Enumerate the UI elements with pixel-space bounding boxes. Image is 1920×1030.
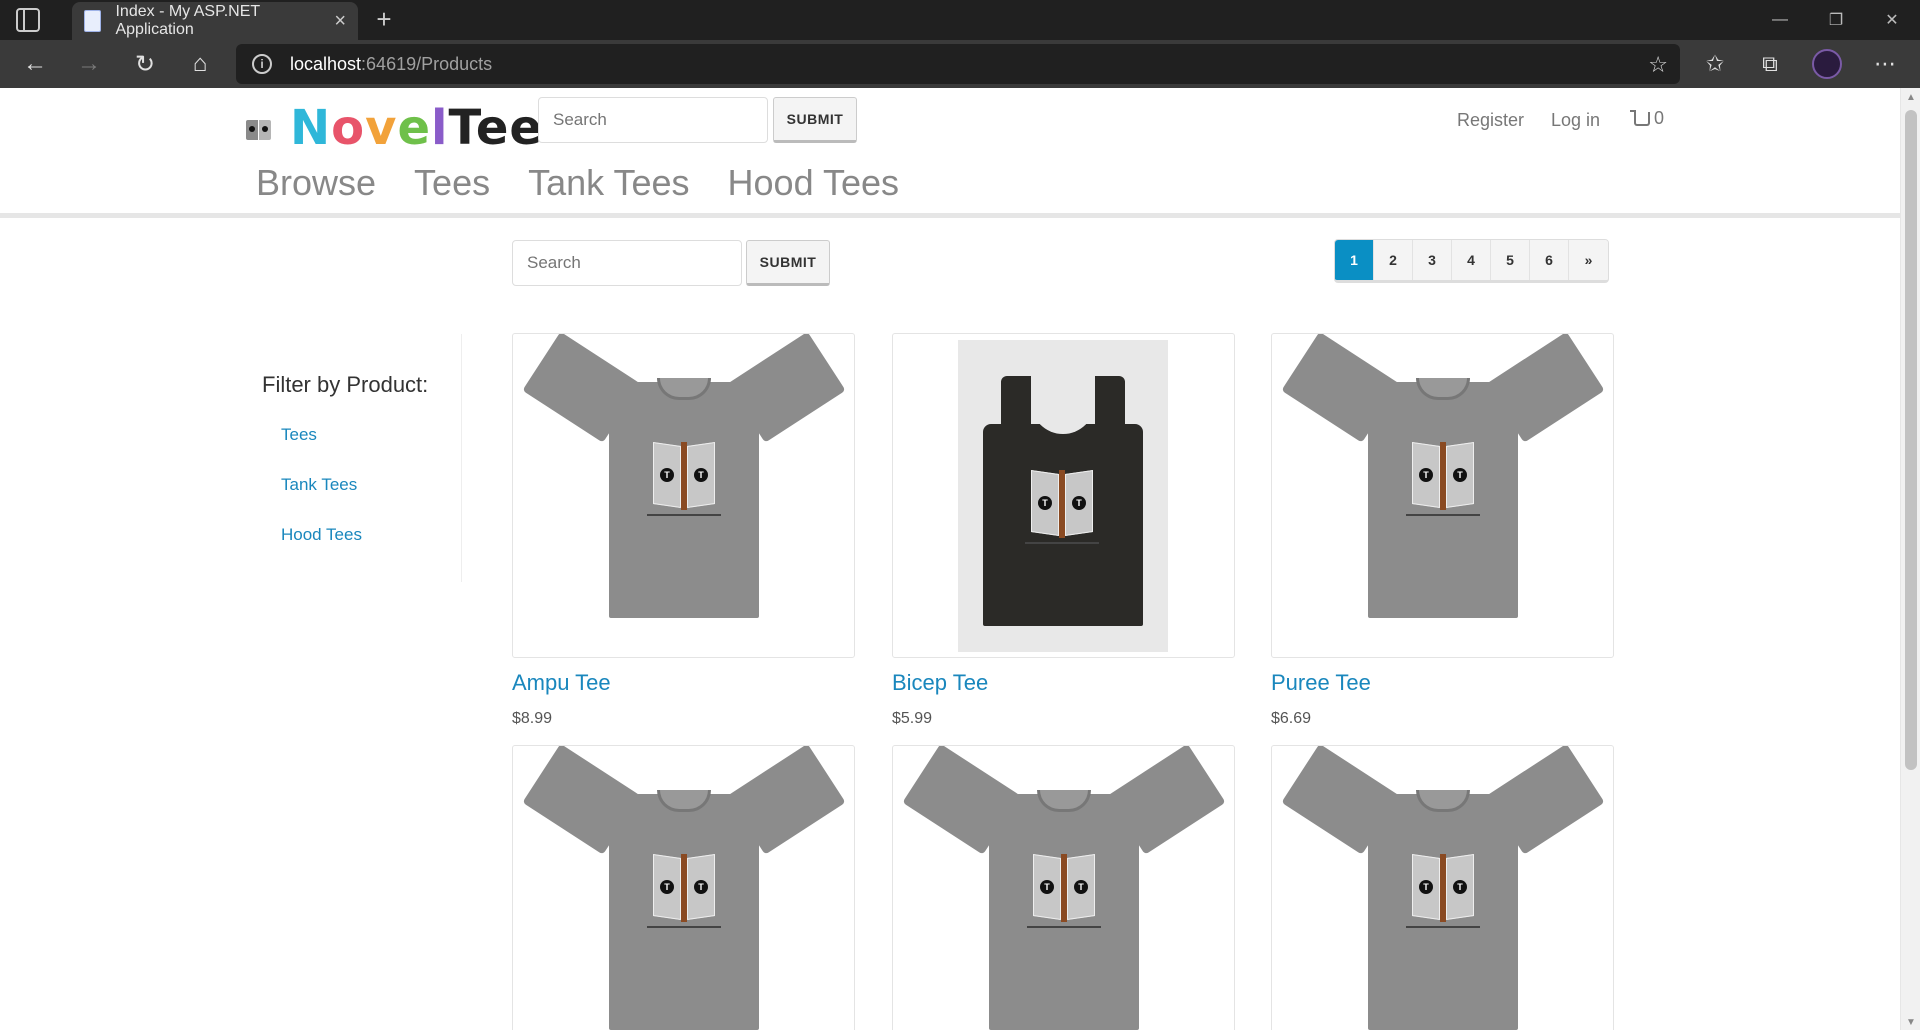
new-tab-icon[interactable]: + <box>368 4 400 35</box>
browser-tab-bar: Index - My ASP.NET Application × + — ❐ ✕ <box>0 0 1920 40</box>
info-icon[interactable]: i <box>252 54 272 74</box>
page-scrollbar[interactable]: ▲ ▼ <box>1900 88 1920 1030</box>
refresh-icon[interactable]: ↻ <box>120 40 170 88</box>
product-name[interactable]: Puree Tee <box>1271 670 1371 696</box>
product-image: TT <box>1281 334 1605 620</box>
filter-title: Filter by Product: <box>262 372 429 397</box>
main-nav: Browse Tees Tank Tees Hood Tees <box>256 162 899 204</box>
header-search-input[interactable] <box>538 97 768 143</box>
page-1[interactable]: 1 <box>1335 240 1374 280</box>
header-submit-button[interactable]: SUBMIT <box>773 97 857 143</box>
url-host: localhost <box>290 53 362 74</box>
cart-link[interactable]: 0 <box>1630 108 1665 129</box>
filter-panel: Filter by Product: Tees Tank Tees Hood T… <box>262 334 462 582</box>
url-bar[interactable]: i localhost :64619/Products ☆ <box>236 44 1680 84</box>
close-tab-icon[interactable]: × <box>334 10 346 33</box>
add-favorite-icon[interactable]: ☆ <box>1648 52 1668 78</box>
forward-icon[interactable]: → <box>64 40 114 88</box>
product-submit-button[interactable]: SUBMIT <box>746 240 830 286</box>
product-price: $5.99 <box>892 710 933 727</box>
page-2[interactable]: 2 <box>1374 240 1413 280</box>
scroll-down-icon[interactable]: ▼ <box>1905 1017 1917 1028</box>
cart-icon <box>1630 109 1650 126</box>
site-logo[interactable]: NovelTee <box>290 100 543 156</box>
product-price: $8.99 <box>512 710 553 727</box>
back-icon[interactable]: ← <box>10 40 60 88</box>
cart-count: 0 <box>1654 108 1665 128</box>
pagination: 1 2 3 4 5 6 » <box>1334 239 1609 283</box>
page-6[interactable]: 6 <box>1530 240 1569 280</box>
product-name[interactable]: Bicep Tee <box>892 670 988 696</box>
url-path: :64619/Products <box>361 53 493 74</box>
page-4[interactable]: 4 <box>1452 240 1491 280</box>
product-image: TT <box>902 746 1226 1030</box>
product-search-input[interactable] <box>512 240 742 286</box>
home-icon[interactable]: ⌂ <box>175 40 225 88</box>
product-card[interactable]: TT <box>1271 745 1614 1030</box>
register-link[interactable]: Register <box>1457 110 1524 131</box>
product-card[interactable]: TT <box>512 745 855 1030</box>
minimize-icon[interactable]: — <box>1752 0 1808 40</box>
restore-icon[interactable]: ❐ <box>1808 0 1864 40</box>
page-next[interactable]: » <box>1569 240 1608 280</box>
nav-tees[interactable]: Tees <box>414 162 490 204</box>
product-image: TT <box>958 340 1168 652</box>
product-image: TT <box>522 334 846 620</box>
filter-tank-tees[interactable]: Tank Tees <box>281 475 461 495</box>
product-image: TT <box>1281 746 1605 1030</box>
product-card-bicep-tee[interactable]: TT <box>892 333 1235 658</box>
nav-hood-tees[interactable]: Hood Tees <box>728 162 899 204</box>
page-5[interactable]: 5 <box>1491 240 1530 280</box>
product-card-puree-tee[interactable]: TT <box>1271 333 1614 658</box>
product-card-ampu-tee[interactable]: TT <box>512 333 855 658</box>
page-favicon-icon <box>84 10 102 32</box>
product-price: $6.69 <box>1271 710 1312 727</box>
close-window-icon[interactable]: ✕ <box>1864 0 1920 40</box>
scrollbar-thumb[interactable] <box>1905 110 1917 770</box>
page-3[interactable]: 3 <box>1413 240 1452 280</box>
address-toolbar: ← → ↻ ⌂ i localhost :64619/Products ☆ ✩ … <box>0 40 1920 88</box>
product-image: TT <box>522 746 846 1030</box>
logo-book-icon <box>246 118 272 142</box>
login-link[interactable]: Log in <box>1551 110 1600 131</box>
more-icon[interactable]: ⋯ <box>1860 40 1910 88</box>
favorites-icon[interactable]: ✩ <box>1690 40 1740 88</box>
tab-title: Index - My ASP.NET Application <box>115 3 260 38</box>
nav-tank-tees[interactable]: Tank Tees <box>528 162 689 204</box>
nav-browse[interactable]: Browse <box>256 162 376 204</box>
collections-icon[interactable]: ⧉ <box>1745 40 1795 88</box>
browser-tab[interactable]: Index - My ASP.NET Application × <box>72 2 358 40</box>
filter-hood-tees[interactable]: Hood Tees <box>281 525 461 545</box>
scroll-up-icon[interactable]: ▲ <box>1905 92 1917 103</box>
sidebar-icon[interactable] <box>16 8 40 32</box>
profile-avatar[interactable] <box>1812 49 1842 79</box>
product-name[interactable]: Ampu Tee <box>512 670 611 696</box>
product-card[interactable]: TT <box>892 745 1235 1030</box>
filter-tees[interactable]: Tees <box>281 425 461 445</box>
